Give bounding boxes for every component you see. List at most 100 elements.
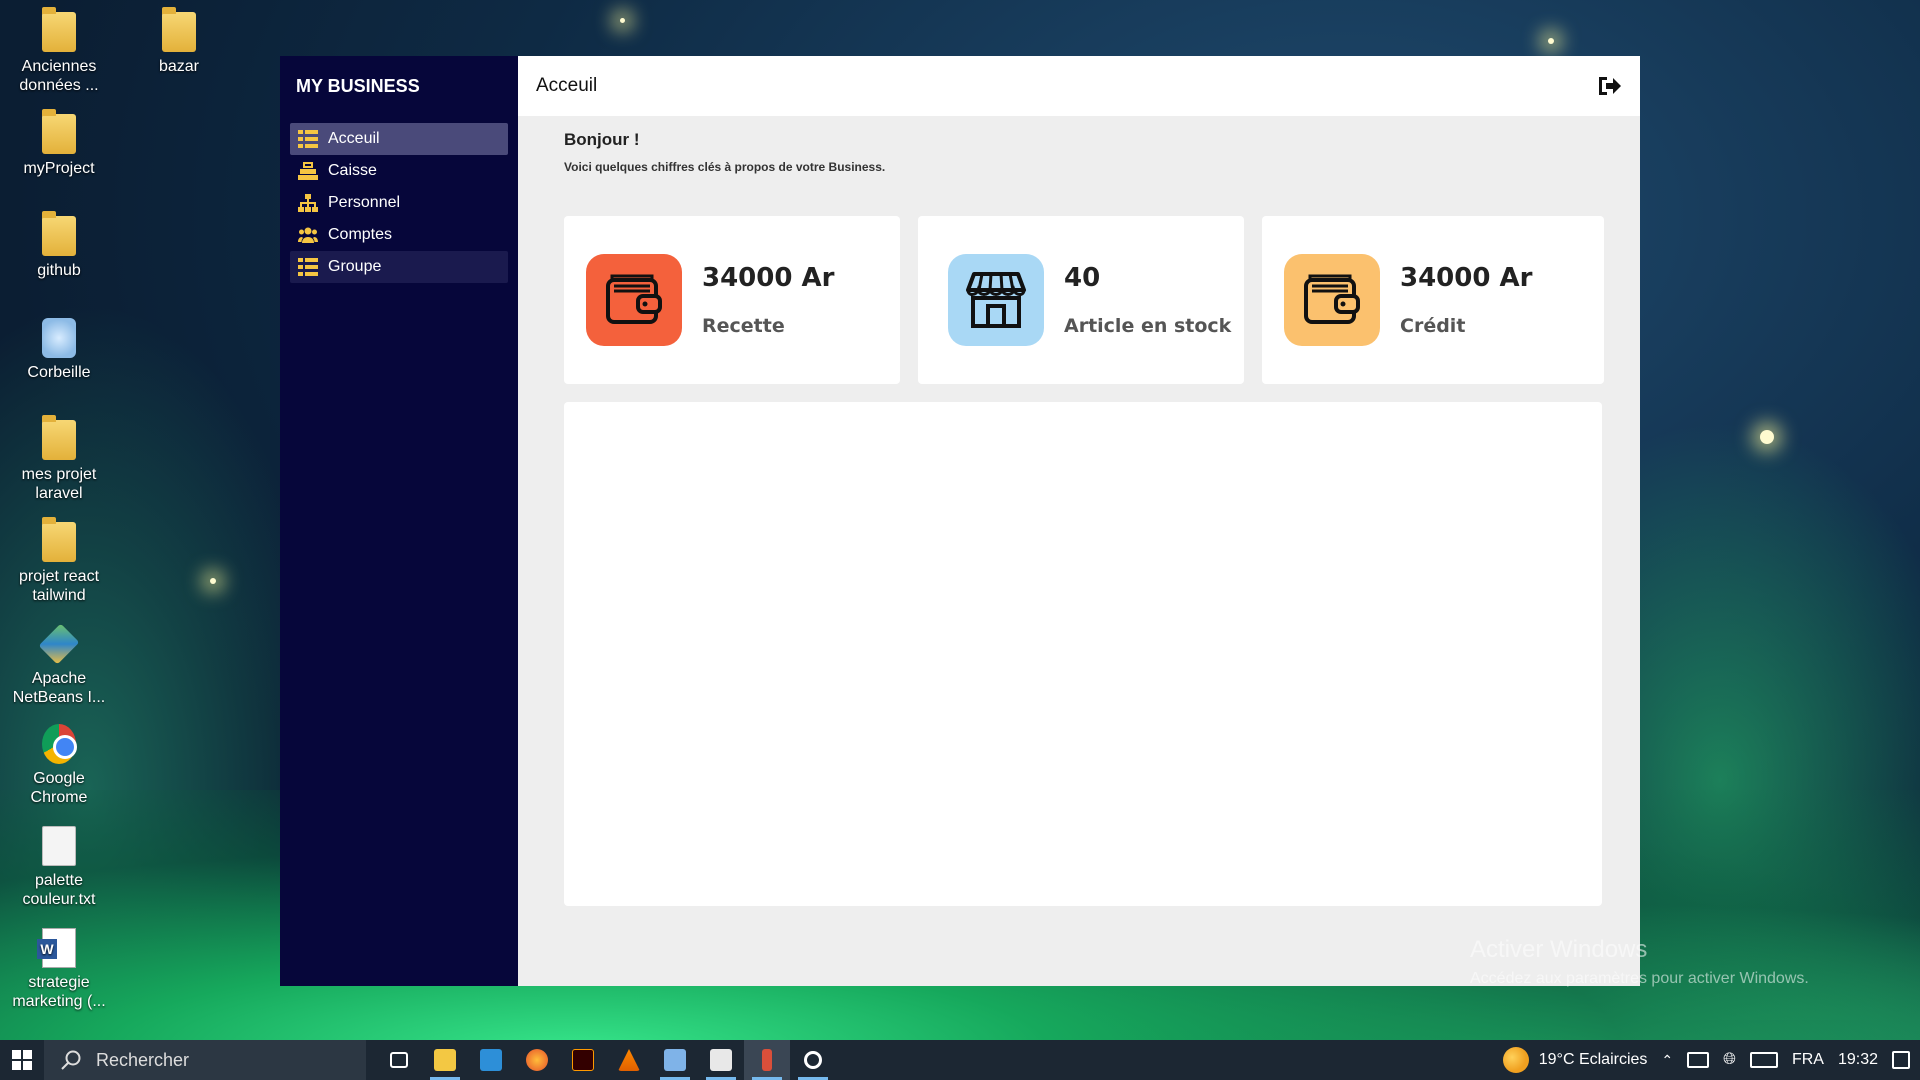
- list-icon: [298, 258, 318, 276]
- stat-value: 34000 Ar: [702, 263, 835, 293]
- system-tray: 19°C Eclaircies ⌃ 🌐︎ FRA 19:32: [1502, 1047, 1920, 1073]
- folder-icon: [42, 109, 76, 154]
- sidebar-item-acceuil[interactable]: Acceuil: [290, 123, 508, 155]
- stat-cards: 34000 Ar Recette 40 Article en stock 340…: [564, 216, 1604, 384]
- taskbar-file-explorer[interactable]: [422, 1040, 468, 1080]
- vscode-icon: [480, 1049, 502, 1071]
- wallet-icon: [586, 254, 682, 346]
- taskbar-virtualbox[interactable]: [652, 1040, 698, 1080]
- sidebar-item-caisse[interactable]: Caisse: [290, 155, 508, 187]
- folder-icon: [162, 7, 196, 52]
- stat-card-recette: 34000 Ar Recette: [564, 216, 900, 384]
- folder-icon: [42, 7, 76, 52]
- desktop-icon[interactable]: bazar: [124, 7, 234, 77]
- activation-watermark: Activer Windows Accédez aux paramètres p…: [1470, 936, 1809, 988]
- dashboard: Bonjour ! Voici quelques chiffres clés à…: [518, 116, 1640, 906]
- page-title: Acceuil: [536, 75, 598, 96]
- stat-text: 40 Article en stock: [1064, 263, 1231, 337]
- sidebar-item-personnel[interactable]: Personnel: [290, 187, 508, 219]
- windows-start-button[interactable]: [0, 1040, 44, 1080]
- battery-icon[interactable]: [1687, 1052, 1710, 1068]
- weather-widget[interactable]: 19°C Eclaircies: [1502, 1047, 1648, 1073]
- chrome-icon: [42, 724, 77, 764]
- firefly: [620, 18, 625, 23]
- stat-label: Crédit: [1400, 315, 1466, 337]
- stat-card-credit: 34000 Ar Crédit: [1262, 216, 1604, 384]
- desktop-icon[interactable]: projet react tailwind: [4, 517, 114, 606]
- sidebar: MY BUSINESS Acceuil Caisse Personnel Com…: [280, 56, 518, 986]
- weather-text: 19°C Eclaircies: [1538, 1051, 1648, 1068]
- file-explorer-icon: [434, 1049, 456, 1071]
- taskbar: Rechercher 19°C Eclaircies ⌃ 🌐︎ FRA 19:3…: [0, 1040, 1920, 1080]
- stat-text: 34000 Ar Crédit: [1400, 263, 1532, 337]
- watermark-title: Activer Windows: [1470, 936, 1648, 963]
- sidebar-item-label: Caisse: [328, 162, 377, 179]
- chevron-up-icon[interactable]: ⌃: [1661, 1052, 1673, 1069]
- desktop-icon[interactable]: Anciennes données ...: [4, 7, 114, 96]
- firefox-icon: [526, 1049, 548, 1071]
- sidebar-item-comptes[interactable]: Comptes: [290, 219, 508, 251]
- users-icon: [298, 226, 318, 244]
- sidebar-item-label: Comptes: [328, 226, 393, 243]
- clock[interactable]: 19:32: [1838, 1051, 1878, 1069]
- windows-icon: [12, 1050, 32, 1070]
- sidebar-item-label: Groupe: [328, 258, 382, 275]
- app-window: MY BUSINESS Acceuil Caisse Personnel Com…: [280, 56, 1640, 986]
- stat-value: 40: [1064, 263, 1101, 293]
- notification-icon[interactable]: [1892, 1051, 1910, 1069]
- keyboard-icon[interactable]: [1749, 1052, 1778, 1068]
- recycle-bin-icon: [42, 318, 76, 358]
- sidebar-item-groupe[interactable]: Groupe: [290, 251, 508, 283]
- search-placeholder: Rechercher: [96, 1049, 190, 1070]
- search-icon: [61, 1050, 81, 1070]
- firefly: [1760, 430, 1774, 444]
- stat-value: 34000 Ar: [1400, 263, 1533, 293]
- folder-icon: [42, 211, 76, 256]
- taskbar-settings[interactable]: [790, 1040, 836, 1080]
- virtualbox-icon: [664, 1049, 686, 1071]
- gear-icon: [804, 1051, 822, 1069]
- sign-out-icon[interactable]: [1596, 73, 1622, 99]
- taskbar-search[interactable]: Rechercher: [44, 1040, 366, 1080]
- vlc-icon: [618, 1049, 640, 1071]
- desktop-icon[interactable]: Apache NetBeans I...: [4, 623, 114, 708]
- stat-label: Recette: [702, 315, 785, 337]
- taskbar-vscode[interactable]: [468, 1040, 514, 1080]
- greeting: Bonjour !: [564, 130, 640, 149]
- weather-icon: [1502, 1047, 1529, 1073]
- taskbar-active-app[interactable]: [744, 1040, 790, 1080]
- stat-label: Article en stock: [1064, 315, 1232, 337]
- java-icon: [710, 1049, 732, 1071]
- desktop-icon[interactable]: myProject: [4, 109, 114, 179]
- task-view-button[interactable]: [376, 1040, 422, 1080]
- desktop-icon[interactable]: strategie marketing (...: [4, 928, 114, 1012]
- brand-title: MY BUSINESS: [296, 76, 420, 96]
- word-icon: [37, 928, 76, 968]
- folder-icon: [42, 415, 76, 460]
- folder-icon: [42, 517, 76, 562]
- subtitle: Voici quelques chiffres clés à propos de…: [564, 160, 886, 174]
- list-icon: [298, 130, 318, 148]
- stat-card-stock: 40 Article en stock: [918, 216, 1244, 384]
- text-file-icon: [42, 826, 76, 866]
- sidebar-item-label: Personnel: [328, 194, 401, 211]
- network-icon[interactable]: 🌐︎: [1723, 1051, 1736, 1069]
- language-indicator[interactable]: FRA: [1792, 1051, 1824, 1069]
- desktop-icon[interactable]: Google Chrome: [4, 724, 114, 808]
- taskbar-vlc[interactable]: [606, 1040, 652, 1080]
- cash-register-icon: [298, 162, 318, 180]
- taskbar-java-app[interactable]: [698, 1040, 744, 1080]
- org-chart-icon: [298, 194, 318, 212]
- taskbar-firefox[interactable]: [514, 1040, 560, 1080]
- desktop-icon[interactable]: mes projet laravel: [4, 415, 114, 504]
- java-app-icon: [762, 1049, 772, 1071]
- task-view-icon: [390, 1052, 408, 1068]
- main-content: Acceuil Bonjour ! Voici quelques chiffre…: [518, 56, 1640, 986]
- netbeans-icon: [38, 623, 80, 665]
- desktop-icon[interactable]: Corbeille: [4, 318, 114, 383]
- taskbar-illustrator[interactable]: [560, 1040, 606, 1080]
- wallet-icon: [1284, 254, 1380, 346]
- desktop-icon[interactable]: palette couleur.txt: [4, 826, 114, 910]
- desktop-icon[interactable]: github: [4, 211, 114, 281]
- header: Acceuil: [518, 56, 1640, 116]
